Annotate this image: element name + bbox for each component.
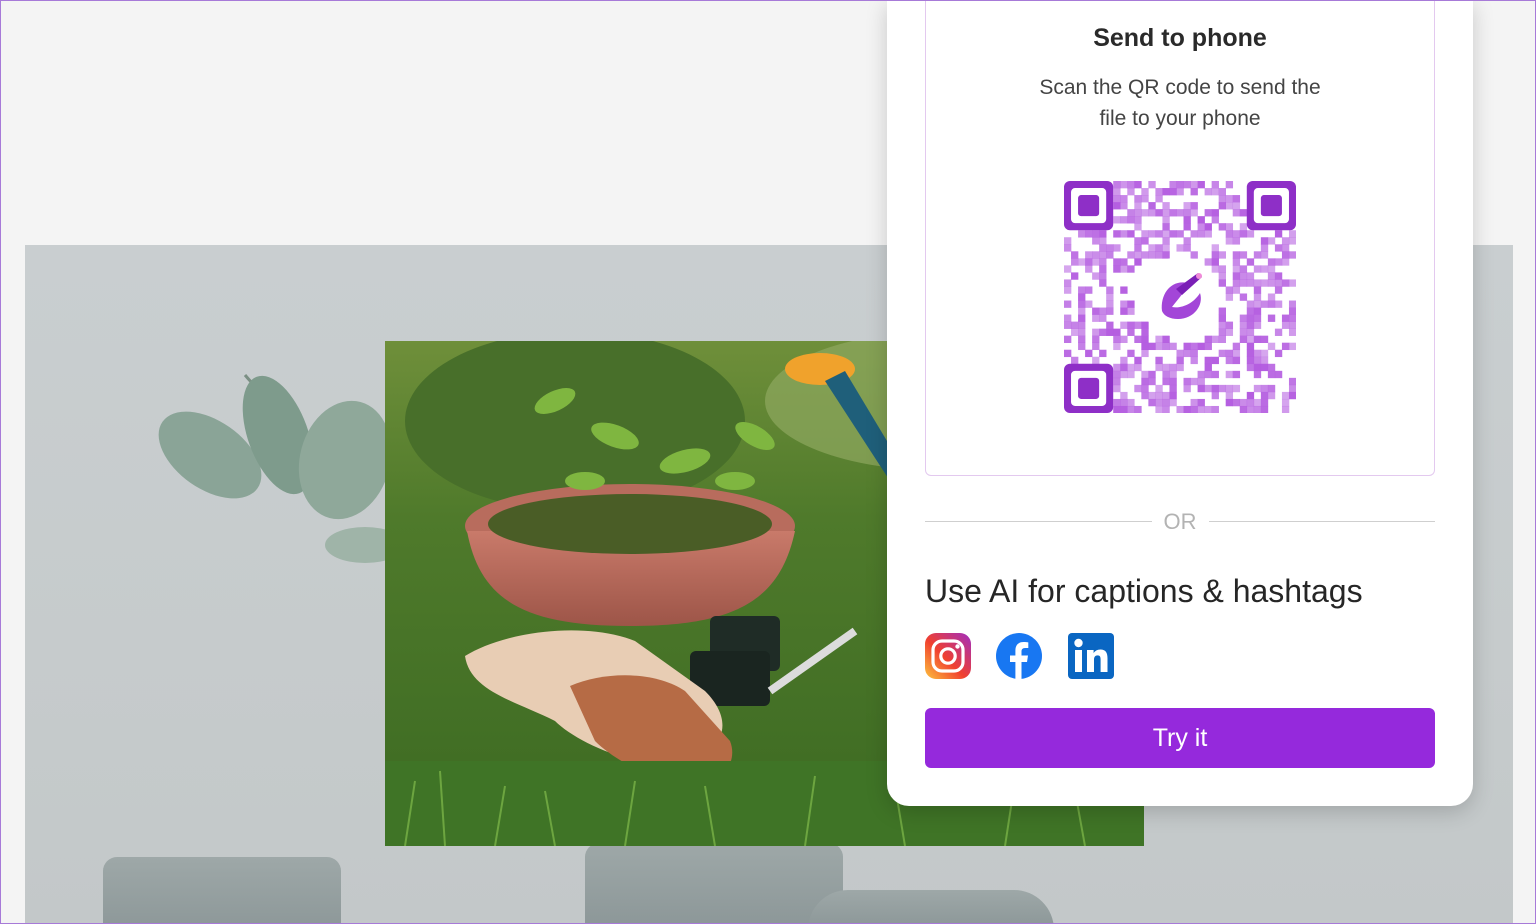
linkedin-icon[interactable] [1068,633,1114,679]
vase-image [103,857,341,924]
try-it-button[interactable]: Try it [925,708,1435,768]
share-panel: Send to phone Scan the QR code to send t… [887,0,1473,806]
canvas-margin [1513,245,1536,924]
instagram-icon[interactable] [925,633,971,679]
facebook-icon[interactable] [996,633,1042,679]
send-to-phone-title: Send to phone [1093,24,1267,52]
or-divider: OR [925,508,1435,536]
ai-captions-title: Use AI for captions & hashtags [925,573,1363,609]
send-to-phone-subtitle: Scan the QR code to send the file to you… [1039,76,1321,130]
vase-image [585,843,843,924]
vase-image [808,890,1054,924]
qr-code [1064,181,1296,413]
send-to-phone-card: Send to phone Scan the QR code to send t… [925,0,1435,476]
eucalyptus-plant-image [158,374,405,563]
or-label: OR [1163,509,1197,534]
